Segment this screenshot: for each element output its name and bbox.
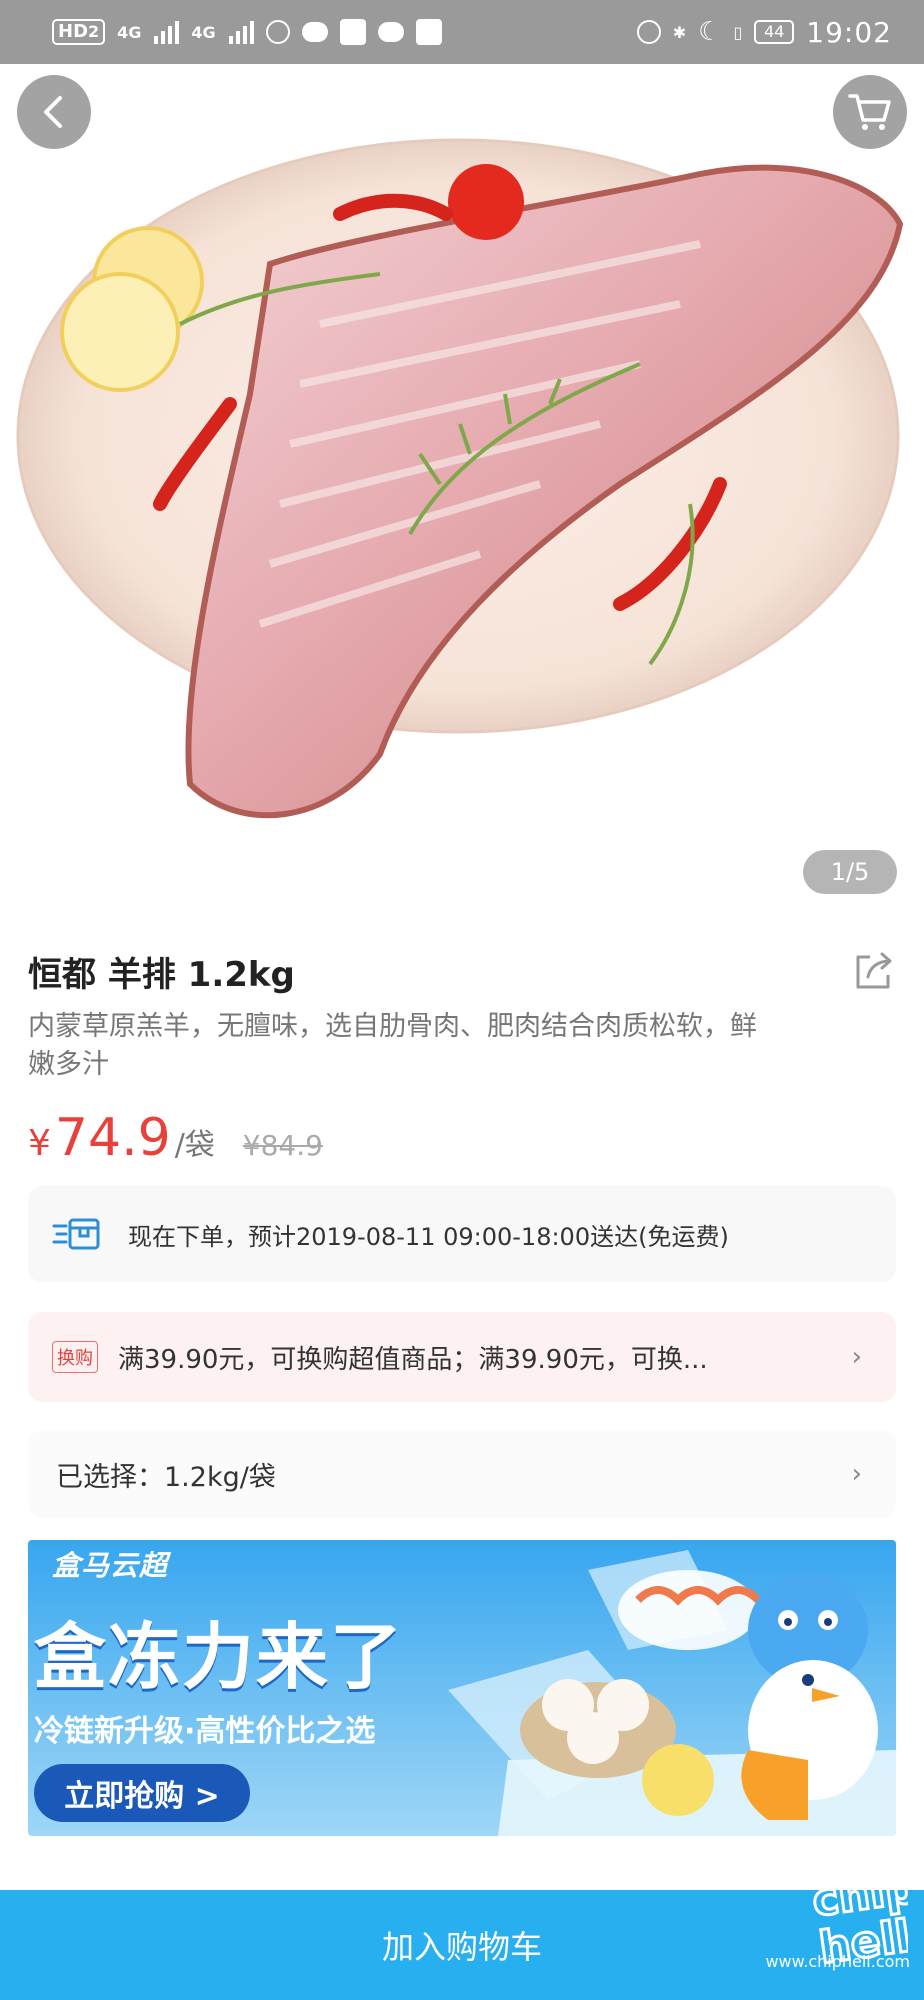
watermark-url: www.chiphell.com bbox=[765, 1952, 910, 1971]
status-bar-right: ✱ ☾ ▯ 44 19:02 bbox=[636, 15, 892, 49]
cart-button[interactable] bbox=[833, 75, 907, 149]
banner-headline: 盒冻力来了 bbox=[34, 1615, 405, 1699]
image-page-indicator: 1/5 bbox=[803, 850, 897, 894]
add-to-cart-button[interactable]: 加入购物车 bbox=[0, 1890, 924, 2000]
signal-strength-icon bbox=[154, 21, 180, 44]
shrimp-plate bbox=[618, 1570, 761, 1650]
banner-tagline: 冷链新升级·高性价比之选 bbox=[34, 1714, 376, 1749]
signal-type-2: 4G bbox=[191, 22, 216, 42]
share-icon[interactable] bbox=[852, 949, 896, 993]
chevron-left-icon bbox=[44, 96, 62, 128]
banner-brand: 盒马云超 bbox=[52, 1549, 169, 1582]
hd-indicator: HD2 bbox=[52, 19, 106, 45]
banner-buy-now-button[interactable]: 立即抢购 > bbox=[34, 1764, 250, 1822]
spec-selector[interactable]: 已选择：1.2kg/袋 › bbox=[28, 1430, 896, 1518]
signal-strength-2-icon bbox=[228, 21, 254, 44]
shopping-cart-icon bbox=[848, 94, 891, 130]
app-notification-icon bbox=[415, 19, 442, 45]
add-to-cart-label: 加入购物车 bbox=[381, 1928, 542, 1966]
battery-level: 44 bbox=[764, 22, 785, 41]
cherry-tomato bbox=[448, 164, 524, 240]
price-row: ¥ 74.9 /袋 ¥84.9 bbox=[28, 1108, 323, 1172]
china-mobile-icon bbox=[339, 19, 366, 45]
product-title: 恒都 羊排 1.2kg bbox=[28, 954, 295, 995]
clock: 19:02 bbox=[806, 15, 892, 49]
lemon bbox=[642, 1744, 714, 1816]
status-bar: HD2 4G 4G ✱ ☾ ▯ 44 19:02 bbox=[0, 0, 924, 64]
delivery-text: 现在下单，预计2019-08-11 09:00-18:00送达(免运费) bbox=[128, 1222, 729, 1251]
alarm-icon bbox=[636, 20, 661, 44]
message-icon bbox=[301, 22, 328, 42]
original-price: ¥84.9 bbox=[242, 1129, 323, 1162]
selected-spec: 已选择：1.2kg/袋 bbox=[56, 1461, 276, 1493]
promo-text: 满39.90元，可换购超值商品；满39.90元，可换... bbox=[118, 1344, 708, 1375]
promo-banner[interactable]: 盒马云超 盒冻力来了 冷链新升级·高性价比之选 立即抢购 > bbox=[28, 1540, 896, 1836]
lemon-slice-2 bbox=[60, 272, 180, 392]
exchange-promotion[interactable]: 换购 满39.90元，可换购超值商品；满39.90元，可换... › bbox=[28, 1312, 896, 1402]
vibrate-icon: ▯ bbox=[733, 22, 743, 42]
sim-slot-label: 2 bbox=[88, 22, 100, 41]
battery-icon: 44 bbox=[754, 20, 795, 44]
bluetooth-icon: ✱ bbox=[672, 22, 687, 42]
hd-label: HD bbox=[58, 21, 89, 42]
moon-icon: ☾ bbox=[698, 17, 722, 47]
product-photo bbox=[16, 138, 904, 819]
status-bar-left: HD2 4G 4G bbox=[52, 19, 442, 45]
delivery-box-icon bbox=[52, 1218, 100, 1250]
promo-tag: 换购 bbox=[52, 1341, 98, 1373]
back-button[interactable] bbox=[17, 75, 91, 149]
product-description: 内蒙草原羔羊，无膻味，选自肋骨肉、肥肉结合肉质松软，鲜嫩多汁 bbox=[28, 1011, 757, 1080]
signal-type-1: 4G bbox=[117, 22, 142, 42]
price-unit: /袋 bbox=[174, 1128, 215, 1163]
price-currency: ¥ bbox=[28, 1123, 51, 1164]
nfc-icon bbox=[265, 20, 290, 44]
chevron-right-icon: › bbox=[851, 1459, 862, 1489]
delivery-info: 现在下单，预计2019-08-11 09:00-18:00送达(免运费) bbox=[28, 1186, 896, 1282]
wechat-icon bbox=[377, 22, 404, 42]
product-image-carousel[interactable]: 1/5 bbox=[0, 64, 924, 908]
chevron-right-icon: › bbox=[851, 1342, 862, 1372]
price-value: 74.9 bbox=[54, 1108, 171, 1168]
product-title-row: 恒都 羊排 1.2kg bbox=[28, 948, 896, 995]
